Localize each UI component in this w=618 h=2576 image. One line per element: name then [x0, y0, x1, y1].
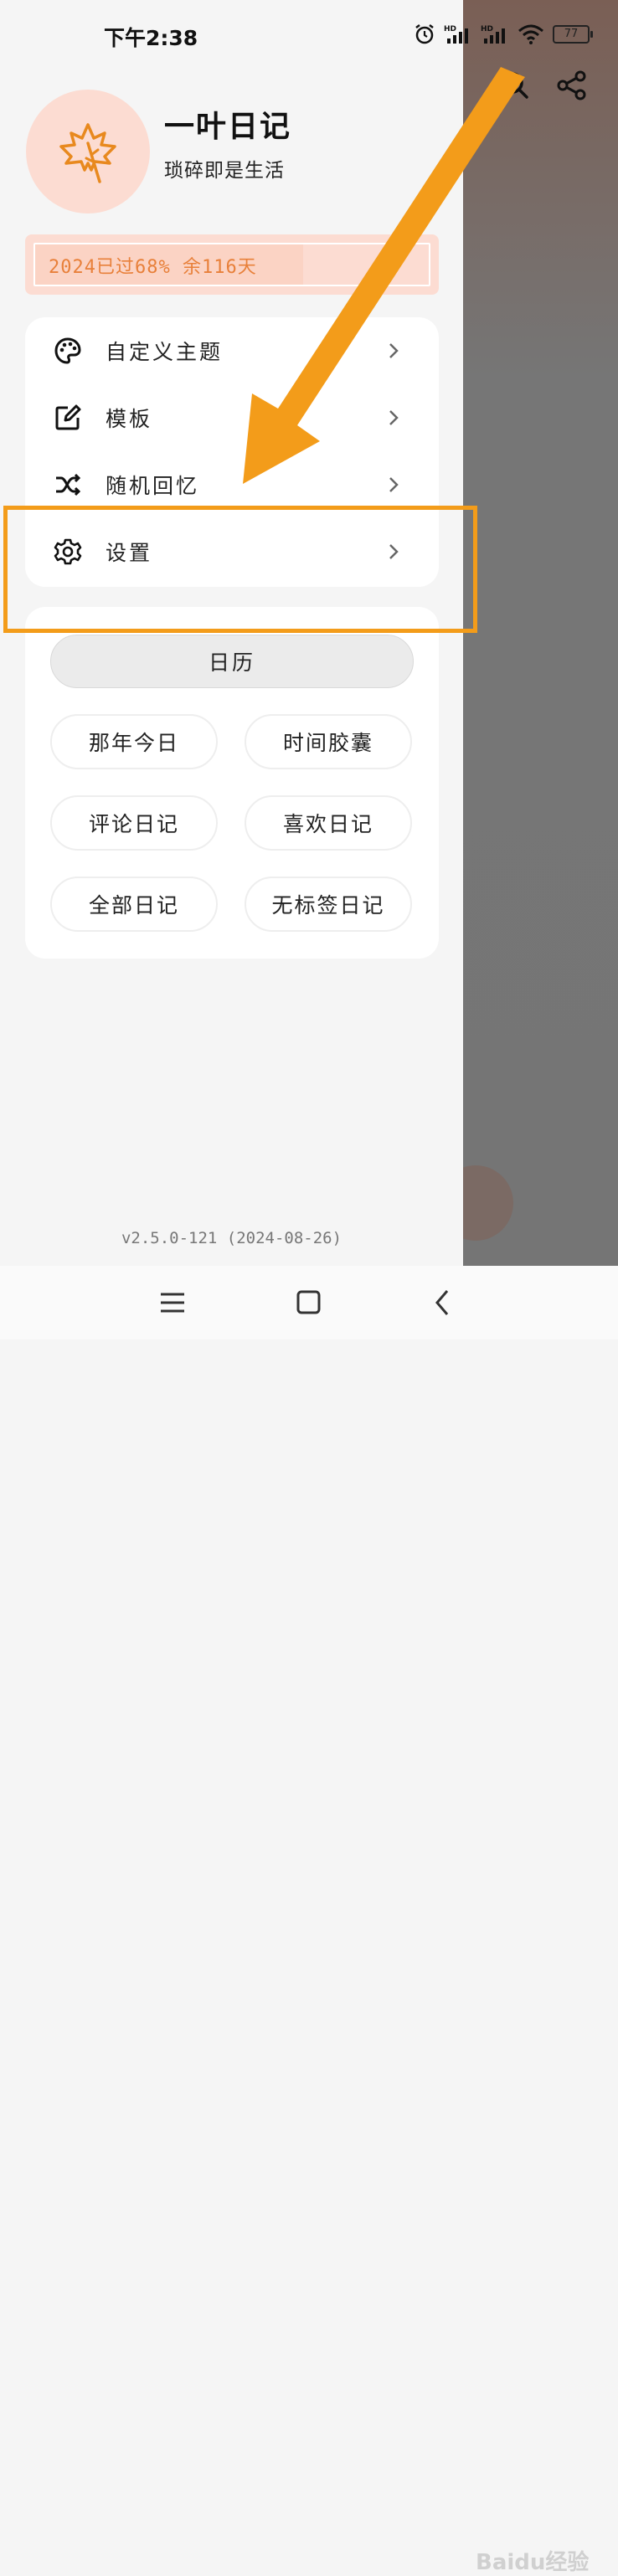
- menu-item-template[interactable]: 模板: [25, 384, 439, 451]
- watermark: Baidu经验: [476, 2550, 590, 2575]
- chevron-right-icon: [389, 343, 399, 358]
- back-nav-icon[interactable]: [427, 1288, 461, 1318]
- menu-item-label: 随机回忆: [106, 474, 200, 498]
- chevron-right-icon: [389, 477, 399, 492]
- shuffle-icon: [56, 473, 81, 496]
- share-icon[interactable]: [555, 69, 589, 102]
- menu-item-label: 自定义主题: [106, 340, 224, 364]
- shortcut-all-diary[interactable]: 全部日记: [50, 877, 218, 932]
- shortcut-time-capsule[interactable]: 时间胶囊: [245, 714, 412, 769]
- shortcut-liked-diary[interactable]: 喜欢日记: [245, 795, 412, 851]
- year-progress-card: 2024已过68% 余116天: [25, 234, 439, 295]
- signal-icon: HD: [481, 25, 505, 44]
- shortcut-untagged-diary[interactable]: 无标签日记: [245, 877, 412, 932]
- year-progress-bar: 2024已过68% 余116天: [33, 243, 430, 286]
- menu-item-custom-theme[interactable]: 自定义主题: [25, 317, 439, 384]
- calendar-button[interactable]: 日历: [50, 635, 414, 688]
- maple-leaf-icon: [59, 123, 116, 183]
- status-time: 下午2:38: [104, 26, 198, 50]
- app-version: v2.5.0-121 (2024-08-26): [121, 1229, 342, 1247]
- app-title: 一叶日记: [164, 110, 292, 144]
- menu-item-label: 模板: [106, 407, 153, 431]
- alarm-icon: [415, 24, 434, 44]
- signal-label: HD: [481, 25, 493, 33]
- chevron-right-icon: [389, 410, 399, 425]
- status-icons: HD HD 77: [414, 23, 593, 45]
- palette-icon: [54, 337, 81, 364]
- navigation-drawer: 一叶日记 琐碎即是生活 2024已过68% 余116天 自定义主题 模板 随机回…: [0, 0, 463, 1266]
- shortcut-card: 日历 那年今日 时间胶囊 评论日记 喜欢日记 全部日记 无标签日记: [25, 607, 439, 959]
- home-nav-icon[interactable]: [291, 1288, 325, 1318]
- search-icon[interactable]: [498, 69, 532, 102]
- shortcut-on-this-day[interactable]: 那年今日: [50, 714, 218, 769]
- signal-icon: HD: [444, 25, 468, 44]
- menu-nav-icon[interactable]: [156, 1288, 189, 1318]
- system-nav-bar: Baidu经验: [0, 1266, 618, 2575]
- app-logo: [26, 90, 150, 213]
- year-progress-text: 2024已过68% 余116天: [49, 257, 257, 278]
- shortcut-commented-diary[interactable]: 评论日记: [50, 795, 218, 851]
- status-bar: 下午2:38 HD HD 77: [0, 0, 618, 72]
- signal-label: HD: [444, 25, 456, 33]
- app-tagline: 琐碎即是生活: [164, 160, 285, 182]
- edit-icon: [55, 404, 81, 430]
- drawer-scrim[interactable]: [438, 0, 618, 1266]
- wifi-icon: [518, 24, 543, 44]
- annotation-highlight-box: [3, 506, 477, 633]
- battery-icon: 77: [553, 25, 593, 44]
